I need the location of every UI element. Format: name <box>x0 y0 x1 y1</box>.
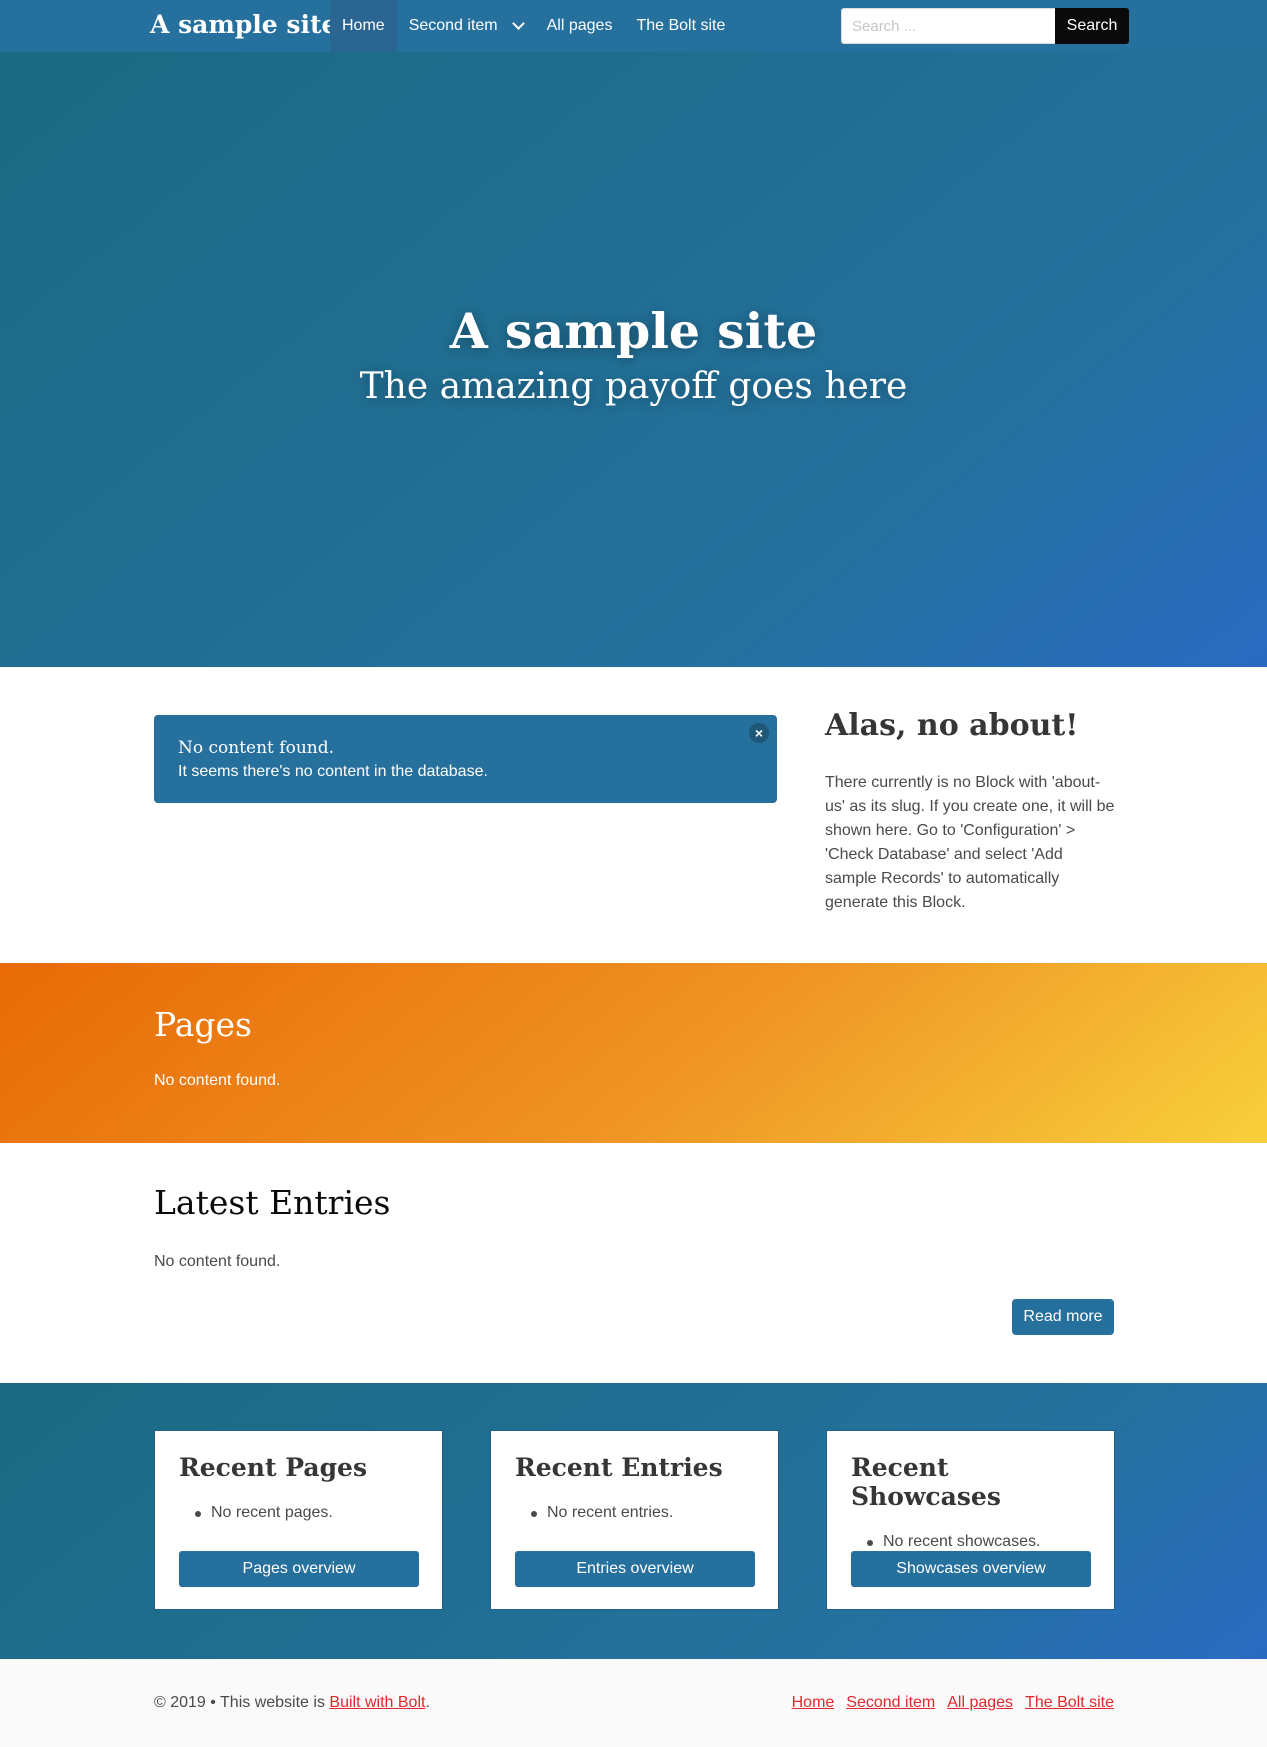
nav-item-home[interactable]: Home <box>330 0 397 52</box>
notice-title: No content found. <box>178 738 335 758</box>
navbar: A sample site Home Second item All pages… <box>0 0 1267 52</box>
hero-subtitle: The amazing payoff goes here <box>359 366 908 407</box>
nav-item-bolt-site[interactable]: The Bolt site <box>624 0 737 52</box>
nav-item-label: The Bolt site <box>636 17 726 34</box>
recent-section: Recent Pages No recent pages. Pages over… <box>0 1383 1267 1659</box>
recent-pages-card: Recent Pages No recent pages. Pages over… <box>154 1430 443 1610</box>
pages-title: Pages <box>154 1005 252 1044</box>
card-list: No recent showcases. <box>867 1533 1090 1551</box>
built-with-bolt-link[interactable]: Built with Bolt <box>329 1694 425 1711</box>
card-list: No recent pages. <box>195 1504 418 1522</box>
card-title: Recent Showcases <box>851 1453 1001 1511</box>
footer-link-all-pages[interactable]: All pages <box>947 1694 1013 1712</box>
entries-overview-button[interactable]: Entries overview <box>515 1551 755 1587</box>
recent-showcases-card: Recent Showcases No recent showcases. Sh… <box>826 1430 1115 1610</box>
latest-entries-text: No content found. <box>154 1253 281 1270</box>
pages-overview-button[interactable]: Pages overview <box>179 1551 419 1587</box>
showcases-overview-button[interactable]: Showcases overview <box>851 1551 1091 1587</box>
list-item: No recent entries. <box>531 1504 754 1522</box>
nav-item-label: All pages <box>546 17 613 34</box>
pages-section: Pages No content found. <box>0 963 1267 1143</box>
notice-text: It seems there's no content in the datab… <box>178 763 488 780</box>
nav-item-all-pages[interactable]: All pages <box>535 0 625 52</box>
footer: © 2019 • This website is Built with Bolt… <box>0 1659 1267 1747</box>
card-title: Recent Entries <box>515 1453 723 1482</box>
about-title: Alas, no about! <box>825 708 1079 743</box>
close-icon[interactable]: × <box>749 723 769 743</box>
footer-copyright: © 2019 • This website is Built with Bolt… <box>154 1694 430 1712</box>
footer-link-second-item[interactable]: Second item <box>846 1694 935 1712</box>
search-form: Search <box>841 8 1129 44</box>
copyright-suffix: . <box>425 1694 430 1711</box>
card-list: No recent entries. <box>531 1504 754 1522</box>
footer-nav: Home Second item All pages The Bolt site <box>792 1694 1114 1712</box>
recent-entries-card: Recent Entries No recent entries. Entrie… <box>490 1430 779 1610</box>
list-item: No recent showcases. <box>867 1533 1090 1551</box>
hero-section: A sample site The amazing payoff goes he… <box>0 52 1267 667</box>
read-more-button[interactable]: Read more <box>1012 1299 1114 1335</box>
latest-entries-title: Latest Entries <box>154 1183 391 1222</box>
chevron-down-icon <box>511 17 525 30</box>
nav-item-label: Second item <box>408 17 498 34</box>
nav-menu: Home Second item All pages The Bolt site <box>330 0 737 52</box>
copyright-text: © 2019 • This website is <box>154 1694 330 1711</box>
hero-title: A sample site <box>449 302 818 360</box>
footer-link-bolt-site[interactable]: The Bolt site <box>1025 1694 1114 1712</box>
footer-link-home[interactable]: Home <box>792 1694 835 1712</box>
site-brand[interactable]: A sample site <box>150 0 337 52</box>
search-button[interactable]: Search <box>1055 8 1129 44</box>
nav-item-second[interactable]: Second item <box>397 0 535 52</box>
list-item: No recent pages. <box>195 1504 418 1522</box>
nav-item-label: Home <box>342 17 385 34</box>
no-content-notice: No content found. It seems there's no co… <box>154 715 777 803</box>
about-text: There currently is no Block with 'about-… <box>825 774 1115 911</box>
pages-text: No content found. <box>154 1072 281 1089</box>
card-title: Recent Pages <box>179 1453 368 1482</box>
search-input[interactable] <box>841 8 1055 44</box>
